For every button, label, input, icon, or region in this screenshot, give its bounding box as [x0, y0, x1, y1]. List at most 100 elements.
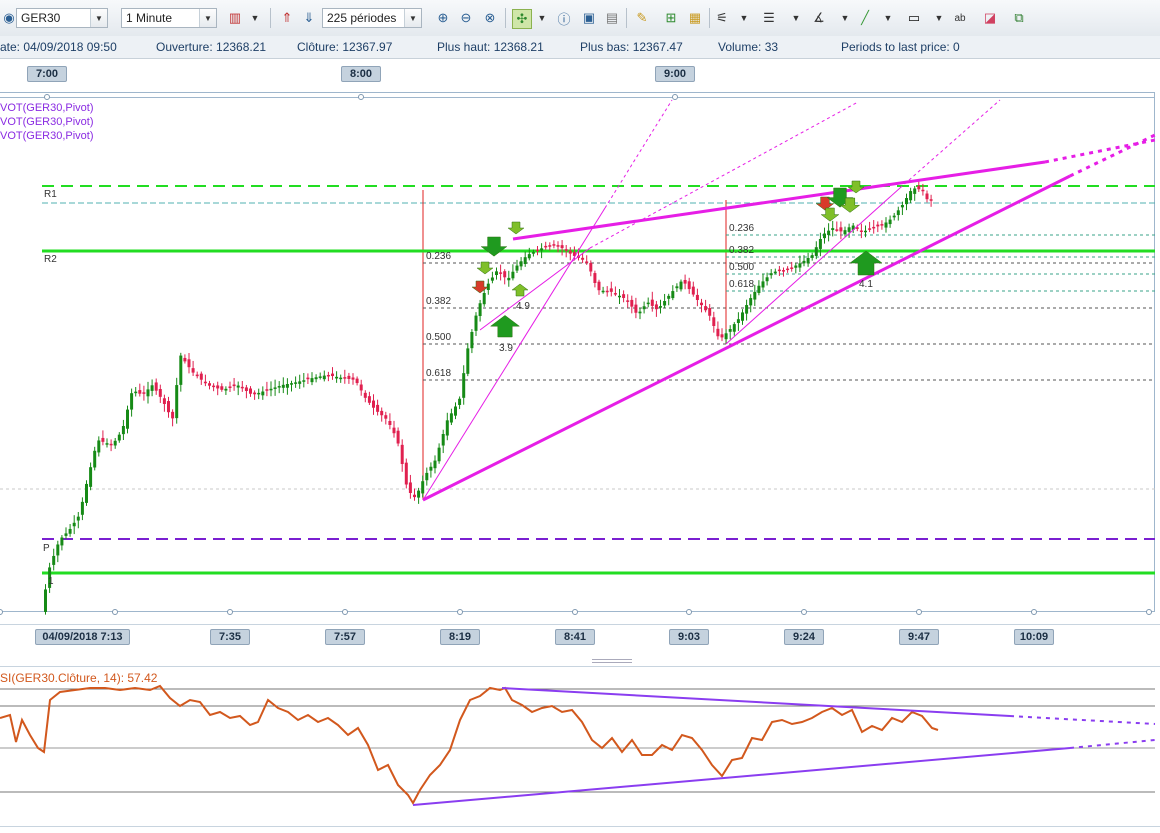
candle-body	[421, 481, 425, 494]
rsi-bottom-border	[0, 826, 1160, 827]
candle-body	[544, 245, 548, 248]
candle-body	[109, 443, 113, 446]
candle-body	[121, 426, 125, 435]
candle-body	[560, 245, 564, 249]
candle-body	[417, 490, 421, 498]
candle-body	[540, 248, 544, 251]
candle-body	[367, 396, 371, 403]
candle-body	[654, 304, 658, 310]
axis-tick-mark	[916, 609, 922, 615]
candle-body	[921, 189, 925, 192]
price-chart[interactable]	[0, 0, 1160, 833]
axis-tick-mark	[112, 609, 118, 615]
candle-body	[64, 533, 68, 536]
candle-body	[794, 265, 798, 268]
candle-body	[167, 401, 170, 413]
candle-body	[318, 376, 322, 378]
candle-body	[290, 383, 293, 385]
rsi-trendline-upper	[501, 687, 1011, 717]
candle-body	[146, 389, 150, 397]
candle-body	[896, 210, 900, 216]
candle-body	[659, 306, 662, 308]
x-axis-label: 8:41	[555, 629, 595, 645]
candle-body	[281, 384, 285, 388]
rsi-trendline-upper-ext	[1009, 715, 1156, 725]
candle-body	[880, 224, 884, 226]
candle-body	[531, 252, 535, 254]
candle-body	[917, 185, 921, 190]
candle-body	[736, 319, 740, 324]
candle-body	[622, 294, 626, 298]
rsi-trendline-lower-ext	[1069, 739, 1156, 749]
splitter-grip[interactable]	[592, 659, 632, 660]
candle-body	[445, 420, 449, 436]
candle-body	[462, 373, 466, 398]
axis-border	[0, 624, 1160, 625]
level-r2-label: R2	[44, 254, 57, 265]
candle-body	[905, 198, 908, 205]
candle-body	[105, 443, 109, 445]
candle-body	[859, 230, 863, 233]
candle-body	[712, 317, 716, 326]
candle-body	[839, 227, 843, 232]
candle-body	[142, 392, 146, 394]
candle-body	[683, 279, 687, 284]
candle-body	[253, 392, 257, 395]
candle-body	[667, 295, 671, 299]
chart-top-border	[0, 92, 1155, 93]
axis-tick-mark	[1146, 609, 1152, 615]
candle-body	[249, 388, 252, 394]
candle-body	[884, 222, 888, 228]
candle-body	[490, 277, 494, 281]
candle-body	[511, 271, 515, 279]
candle-body	[507, 277, 511, 281]
candle-body	[757, 285, 761, 294]
candle-body	[425, 472, 429, 481]
candle-body	[302, 380, 306, 382]
candle-body	[634, 304, 638, 313]
candle-body	[892, 215, 896, 218]
candle-body	[60, 537, 64, 546]
level-r1-label: R1	[44, 189, 57, 200]
x-axis-label: 10:09	[1014, 629, 1054, 645]
fib-left-0618-label: 0.618	[426, 368, 452, 379]
axis-tick-mark	[672, 94, 678, 100]
candle-body	[138, 390, 142, 394]
candle-body	[864, 230, 867, 233]
candle-body	[331, 373, 334, 377]
candle-body	[199, 373, 203, 380]
candle-body	[716, 328, 720, 337]
candle-body	[798, 263, 802, 268]
candle-body	[339, 377, 343, 380]
candle-body	[269, 388, 273, 391]
candle-body	[220, 386, 224, 390]
pivot-legend-1: VOT(GER30,Pivot)	[0, 102, 94, 114]
fan-line-2-ext	[589, 101, 859, 249]
candle-body	[888, 219, 892, 225]
candle-body	[240, 386, 244, 389]
rsi-trendline-lower	[412, 747, 1071, 806]
candle-body	[117, 434, 121, 441]
candle-body	[208, 383, 211, 386]
candle-body	[363, 392, 367, 398]
candle-body	[556, 245, 560, 247]
candle-body	[314, 377, 318, 380]
axis-tick-mark	[457, 609, 463, 615]
candle-body	[441, 434, 445, 446]
candle-body	[396, 430, 400, 444]
candle-body	[162, 398, 166, 404]
candle-body	[449, 413, 453, 423]
candle-body	[150, 385, 154, 391]
fan-line-1-ext	[604, 99, 673, 209]
candle-body	[675, 286, 679, 289]
candle-body	[581, 257, 585, 260]
candle-body	[605, 290, 609, 293]
candle-body	[642, 306, 646, 310]
candle-body	[101, 437, 105, 442]
candle-body	[765, 277, 769, 282]
axis-tick-mark	[358, 94, 364, 100]
candle-body	[499, 272, 503, 274]
sell-signal-arrow	[507, 221, 525, 235]
candle-body	[868, 228, 872, 230]
candle-body	[700, 302, 703, 306]
